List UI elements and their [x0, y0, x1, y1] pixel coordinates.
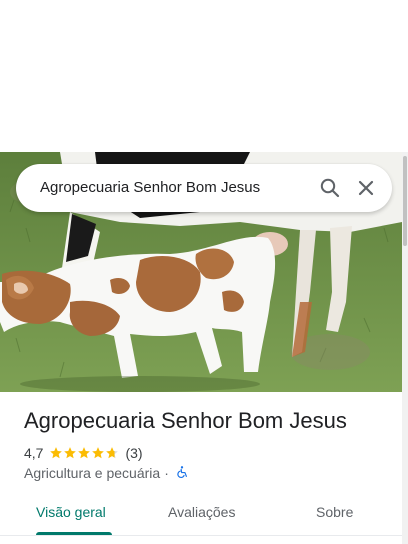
scrollbar-thumb[interactable]: [403, 156, 407, 246]
place-tabs: Visão geral Avaliações Sobre: [0, 496, 402, 536]
star-icon: [50, 447, 63, 459]
star-rating: [49, 446, 119, 460]
search-icon[interactable]: [318, 176, 342, 200]
place-title: Agropecuaria Senhor Bom Jesus: [24, 408, 347, 433]
tab-reviews[interactable]: Avaliações: [168, 504, 235, 520]
star-icon: [106, 447, 119, 459]
close-icon[interactable]: [354, 176, 378, 200]
rating-value: 4,7: [24, 445, 44, 461]
rating-row: 4,7 (3): [24, 444, 143, 462]
wheelchair-icon: [175, 465, 189, 482]
star-icon: [92, 447, 105, 459]
tab-overview[interactable]: Visão geral: [36, 504, 106, 520]
search-box[interactable]: Agropecuaria Senhor Bom Jesus: [16, 164, 392, 212]
place-category[interactable]: Agricultura e pecuária: [24, 465, 160, 481]
star-icon: [64, 447, 77, 459]
tab-about[interactable]: Sobre: [316, 504, 353, 520]
tabs-divider: [0, 535, 402, 536]
category-row: Agricultura e pecuária ·: [24, 464, 189, 482]
star-icon: [78, 447, 91, 459]
search-input[interactable]: Agropecuaria Senhor Bom Jesus: [40, 179, 260, 196]
separator-dot: ·: [164, 465, 169, 481]
review-count[interactable]: (3): [125, 445, 142, 461]
